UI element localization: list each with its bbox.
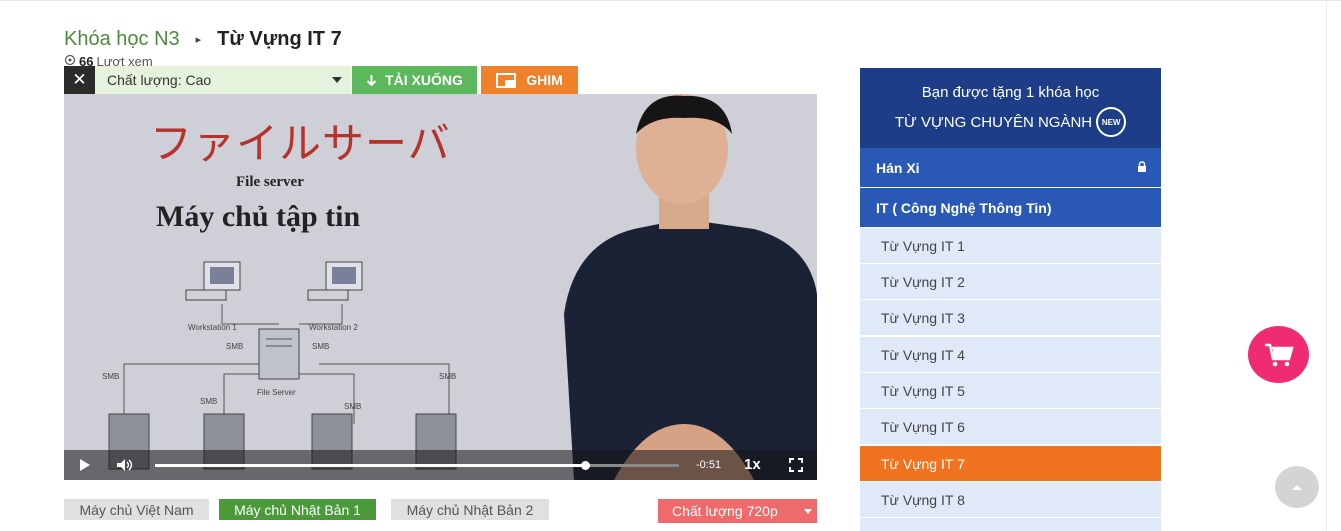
right-divider xyxy=(1326,0,1327,531)
lesson-item[interactable]: Từ Vựng IT 3 xyxy=(860,300,1161,335)
category-it[interactable]: IT ( Công Nghệ Thông Tin) xyxy=(860,188,1161,227)
diagram-label: Workstation 1 xyxy=(188,323,237,332)
quality-dropdown-label: Chất lượng: Cao xyxy=(107,72,212,88)
time-remaining: -0:51 xyxy=(696,459,722,471)
top-divider xyxy=(0,0,1341,1)
promo-line-2-wrap: TỪ VỰNG CHUYÊN NGÀNH NEW xyxy=(860,107,1161,137)
category-label: Hán Xi xyxy=(876,159,920,176)
lesson-label: Từ Vựng IT 2 xyxy=(881,273,965,290)
lesson-label: Từ Vựng IT 3 xyxy=(881,309,965,326)
close-video-button[interactable]: ✕ xyxy=(64,66,95,94)
scroll-top-icon xyxy=(1292,484,1302,490)
cart-icon xyxy=(1264,343,1294,366)
quality-dropdown[interactable]: Chất lượng: Cao xyxy=(95,66,351,94)
diagram-label: SMB xyxy=(439,372,457,381)
new-badge-icon: NEW xyxy=(1096,107,1127,137)
chevron-down-icon xyxy=(332,77,342,83)
fullscreen-icon[interactable] xyxy=(789,458,803,472)
slide-title-japanese: ファイルサーバ xyxy=(150,119,451,168)
lock-icon xyxy=(1138,161,1146,172)
lesson-label: Từ Vựng IT 8 xyxy=(881,491,965,508)
lesson-item-active[interactable]: Từ Vựng IT 7 xyxy=(860,446,1161,481)
diagram-label: SMB xyxy=(200,397,218,406)
workstation-icon xyxy=(307,261,363,301)
lesson-item[interactable]: Từ Vựng IT 2 xyxy=(860,264,1161,299)
workstation-icon xyxy=(185,261,241,301)
network-diagram xyxy=(108,261,457,470)
diagram-label: Workstation 2 xyxy=(309,323,358,332)
server-japan-2-button[interactable]: Máy chủ Nhật Bản 2 xyxy=(391,499,549,520)
download-button-label: TẢI XUỐNG xyxy=(385,72,463,88)
close-icon: ✕ xyxy=(72,70,87,89)
playback-rate-button[interactable]: 1x xyxy=(744,456,761,473)
diagram-label: File Server xyxy=(257,388,296,397)
lesson-label: Từ Vựng IT 6 xyxy=(881,418,965,435)
promo-line-2: TỪ VỰNG CHUYÊN NGÀNH xyxy=(894,113,1093,131)
category-hanxi[interactable]: Hán Xi xyxy=(860,148,1161,187)
breadcrumb-course-link[interactable]: Khóa học N3 xyxy=(64,28,180,51)
presenter-image xyxy=(564,94,817,480)
diagram-label: SMB xyxy=(312,342,330,351)
lesson-item[interactable]: Từ Vựng IT 4 xyxy=(860,337,1161,372)
quality-720p-select[interactable]: Chất lượng 720p xyxy=(658,499,817,523)
breadcrumb-separator-icon: ▸ xyxy=(195,33,202,46)
promo-banner[interactable]: Bạn được tặng 1 khóa học TỪ VỰNG CHUYÊN … xyxy=(860,68,1161,148)
pin-button-label: GHIM xyxy=(526,72,563,88)
lesson-item[interactable]: Từ Vựng IT 8 xyxy=(860,482,1161,517)
video-player[interactable]: ファイルサーバ File server Máy chủ tập tin Work… xyxy=(64,94,817,480)
play-icon[interactable] xyxy=(80,459,90,471)
page-title: Từ Vựng IT 7 xyxy=(217,27,342,50)
eye-icon xyxy=(64,54,76,66)
lesson-item-partial[interactable] xyxy=(860,518,1161,531)
seek-handle[interactable] xyxy=(580,461,590,470)
volume-icon[interactable] xyxy=(116,458,134,472)
server-icon xyxy=(258,328,300,380)
pin-button[interactable]: GHIM xyxy=(481,66,578,94)
lesson-label: Từ Vựng IT 5 xyxy=(881,382,965,399)
cart-button[interactable] xyxy=(1248,326,1309,383)
slide-subtitle-english: File server xyxy=(236,174,304,190)
server-japan-1-button[interactable]: Máy chủ Nhật Bản 1 xyxy=(219,499,376,520)
lesson-item[interactable]: Từ Vựng IT 5 xyxy=(860,373,1161,408)
server-vietnam-button[interactable]: Máy chủ Việt Nam xyxy=(64,499,209,520)
breadcrumb: Khóa học N3 ▸ Từ Vựng IT 7 xyxy=(64,26,342,52)
lesson-item[interactable]: Từ Vựng IT 6 xyxy=(860,409,1161,444)
download-button[interactable]: TẢI XUỐNG xyxy=(352,66,477,94)
scroll-top-button[interactable] xyxy=(1275,466,1319,508)
seek-bar[interactable] xyxy=(155,461,679,470)
slide-title-vietnamese: Máy chủ tập tin xyxy=(156,200,361,233)
quality-720p-label: Chất lượng 720p xyxy=(672,503,778,519)
pip-icon xyxy=(496,72,517,88)
video-controls: -0:51 1x xyxy=(64,450,817,480)
diagram-label: SMB xyxy=(226,342,244,351)
chevron-down-icon xyxy=(804,509,812,514)
lesson-label: Từ Vựng IT 4 xyxy=(881,346,965,363)
category-label: IT ( Công Nghệ Thông Tin) xyxy=(876,199,1052,216)
download-arrow-icon xyxy=(366,74,377,86)
seek-bar-progress xyxy=(155,464,585,467)
diagram-label: SMB xyxy=(344,402,362,411)
lesson-item[interactable]: Từ Vựng IT 1 xyxy=(860,228,1161,263)
diagram-label: SMB xyxy=(102,372,120,381)
promo-line-1: Bạn được tặng 1 khóa học xyxy=(921,84,1100,101)
lesson-label: Từ Vựng IT 1 xyxy=(881,237,965,254)
lesson-label: Từ Vựng IT 7 xyxy=(881,455,965,472)
